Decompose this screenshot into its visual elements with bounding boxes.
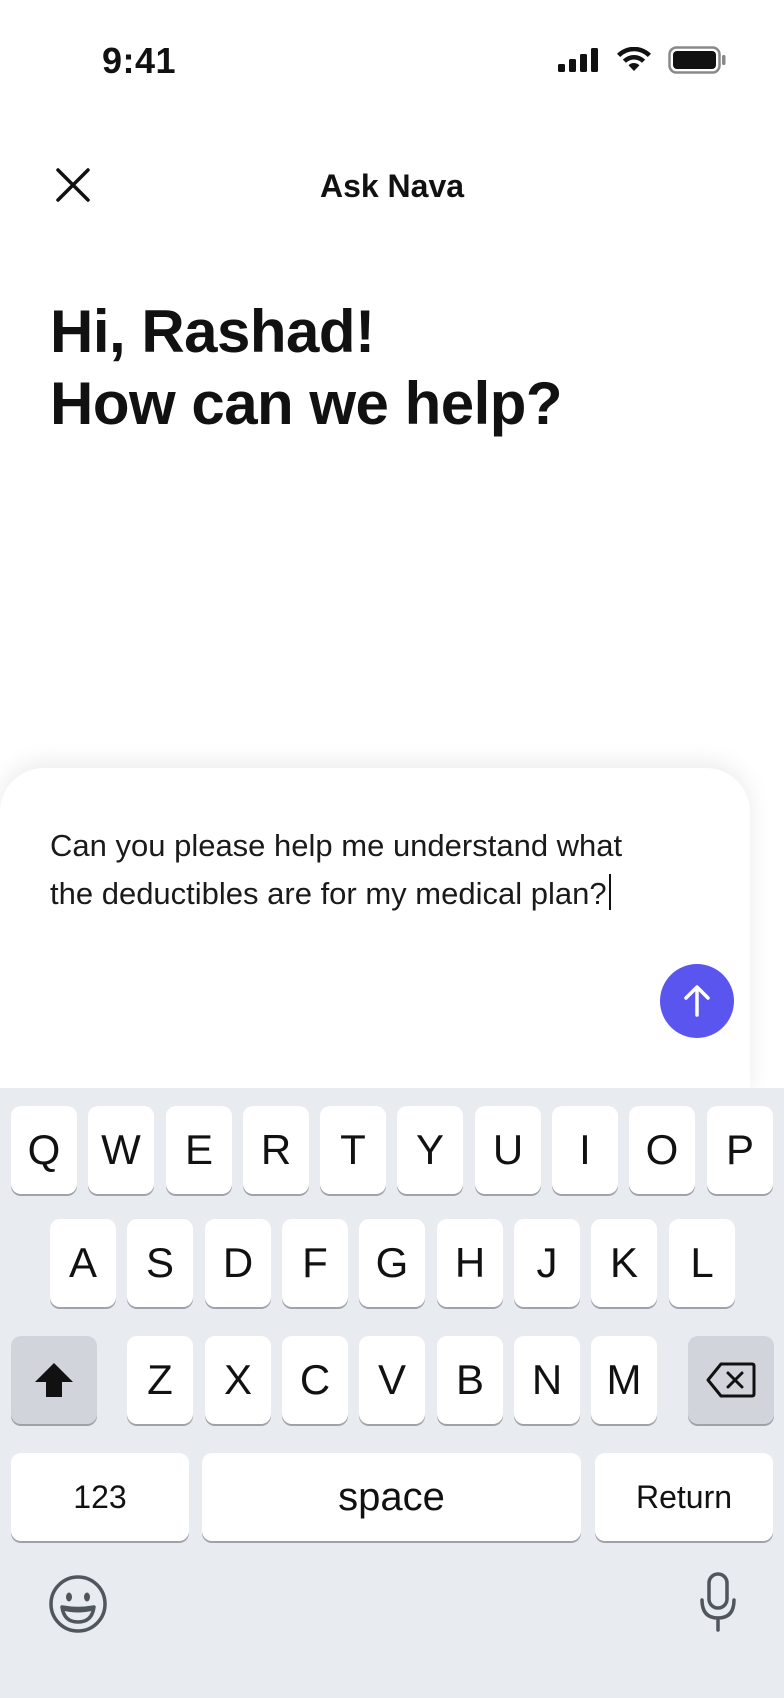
- battery-icon: [668, 46, 726, 74]
- key-y[interactable]: Y: [397, 1106, 463, 1194]
- shift-key[interactable]: [11, 1336, 97, 1424]
- ask-nava-screen: 9:41 Ask Nava Hi, Rashad! How can we hel…: [0, 0, 784, 1698]
- space-key[interactable]: space: [202, 1453, 581, 1541]
- key-r[interactable]: R: [243, 1106, 309, 1194]
- key-e[interactable]: E: [166, 1106, 232, 1194]
- header: Ask Nava: [0, 150, 784, 222]
- key-w[interactable]: W: [88, 1106, 154, 1194]
- key-h[interactable]: H: [437, 1219, 503, 1307]
- key-g[interactable]: G: [359, 1219, 425, 1307]
- message-line-2: the deductibles are for my medical plan?: [50, 870, 690, 918]
- key-v[interactable]: V: [359, 1336, 425, 1424]
- message-composer: Can you please help me understand what t…: [0, 768, 750, 1098]
- send-button[interactable]: [660, 964, 734, 1038]
- shift-icon: [35, 1363, 73, 1397]
- key-z[interactable]: Z: [127, 1336, 193, 1424]
- greeting-line-2: How can we help?: [50, 370, 563, 437]
- status-icons: [558, 46, 726, 74]
- key-j[interactable]: J: [514, 1219, 580, 1307]
- cellular-signal-icon: [558, 48, 598, 72]
- key-a[interactable]: A: [50, 1219, 116, 1307]
- key-c[interactable]: C: [282, 1336, 348, 1424]
- text-caret: [608, 874, 611, 910]
- status-time: 9:41: [102, 40, 177, 81]
- greeting: Hi, Rashad! How can we help?: [50, 296, 750, 440]
- numbers-key[interactable]: 123: [11, 1453, 189, 1541]
- message-input[interactable]: Can you please help me understand what t…: [50, 822, 690, 918]
- key-b[interactable]: B: [437, 1336, 503, 1424]
- key-t[interactable]: T: [320, 1106, 386, 1194]
- message-line-2-text: the deductibles are for my medical plan?: [50, 876, 607, 911]
- page-title: Ask Nava: [319, 168, 465, 204]
- delete-key[interactable]: [688, 1336, 774, 1424]
- key-u[interactable]: U: [475, 1106, 541, 1194]
- greeting-line-1: Hi, Rashad!: [50, 298, 375, 365]
- arrow-up-icon: [684, 985, 710, 1017]
- key-s[interactable]: S: [127, 1219, 193, 1307]
- key-n[interactable]: N: [514, 1336, 580, 1424]
- key-k[interactable]: K: [591, 1219, 657, 1307]
- key-d[interactable]: D: [205, 1219, 271, 1307]
- keyboard: Q W E R T Y U I O P A S D F G H J K L Z …: [0, 1088, 784, 1698]
- key-m[interactable]: M: [591, 1336, 657, 1424]
- emoji-icon: [49, 1575, 107, 1633]
- emoji-button[interactable]: [48, 1574, 108, 1634]
- key-l[interactable]: L: [669, 1219, 735, 1307]
- key-i[interactable]: I: [552, 1106, 618, 1194]
- key-f[interactable]: F: [282, 1219, 348, 1307]
- message-line-1: Can you please help me understand what: [50, 828, 623, 863]
- key-q[interactable]: Q: [11, 1106, 77, 1194]
- wifi-icon: [617, 47, 651, 71]
- dictation-button[interactable]: [700, 1572, 736, 1634]
- return-key[interactable]: Return: [595, 1453, 773, 1541]
- backspace-icon: [706, 1362, 756, 1398]
- status-bar: 9:41: [0, 0, 784, 120]
- key-p[interactable]: P: [707, 1106, 773, 1194]
- microphone-icon: [700, 1572, 736, 1632]
- key-o[interactable]: O: [629, 1106, 695, 1194]
- key-x[interactable]: X: [205, 1336, 271, 1424]
